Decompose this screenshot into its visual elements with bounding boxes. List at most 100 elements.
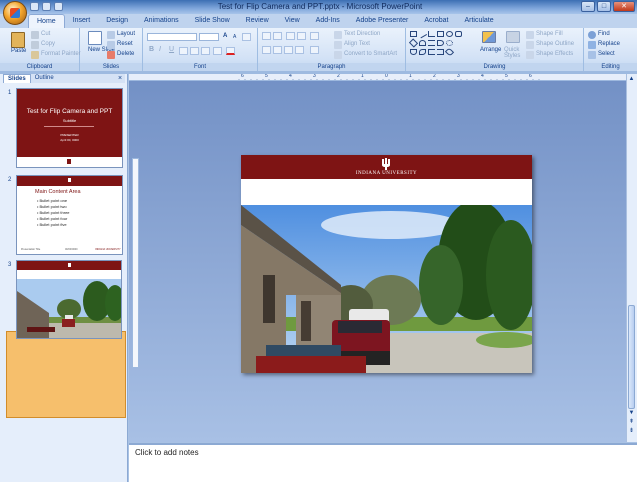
shape-oval-icon[interactable] bbox=[446, 31, 453, 37]
align-text-button[interactable]: Align Text bbox=[344, 41, 370, 47]
bold-button[interactable]: B bbox=[149, 46, 154, 53]
decrease-indent-button[interactable] bbox=[286, 32, 295, 40]
arrange-icon[interactable] bbox=[482, 31, 496, 43]
maximize-button[interactable]: □ bbox=[597, 1, 611, 12]
shape-leaf-icon[interactable] bbox=[419, 49, 426, 55]
grow-font-button[interactable]: A bbox=[223, 33, 227, 39]
reset-button[interactable]: Reset bbox=[117, 41, 133, 47]
shape-line-icon[interactable] bbox=[417, 29, 428, 39]
arrange-button[interactable]: Arrange bbox=[480, 47, 501, 53]
shape-arc-icon[interactable] bbox=[419, 40, 426, 46]
shape-effects-button[interactable]: Shape Effects bbox=[536, 51, 573, 57]
panel-close-icon[interactable]: × bbox=[118, 74, 122, 83]
columns-button[interactable] bbox=[310, 46, 319, 54]
shape-rectangle-icon[interactable] bbox=[437, 31, 444, 37]
slide-thumbnail-3[interactable] bbox=[16, 260, 122, 339]
shape-moon-icon[interactable] bbox=[437, 40, 444, 46]
shape-bracket-icon[interactable] bbox=[428, 49, 435, 55]
undo-icon[interactable] bbox=[42, 2, 51, 11]
paste-button[interactable]: Paste bbox=[11, 48, 26, 54]
align-right-button[interactable] bbox=[284, 46, 293, 54]
quick-styles-button[interactable]: Quick Styles bbox=[504, 47, 524, 59]
ruler-label: 6 bbox=[529, 74, 532, 79]
delete-button[interactable]: Delete bbox=[117, 51, 134, 57]
select-button[interactable]: Select bbox=[598, 51, 615, 57]
tab-view[interactable]: View bbox=[277, 14, 308, 28]
scrollbar-thumb[interactable] bbox=[628, 305, 635, 409]
window-title: Test for Flip Camera and PPT.pptx - Micr… bbox=[217, 2, 423, 11]
format-painter-button[interactable]: Format Painter bbox=[41, 51, 81, 57]
clear-formatting-button[interactable] bbox=[242, 33, 251, 41]
justify-button[interactable] bbox=[295, 46, 304, 54]
ruler-label: 4 bbox=[481, 74, 484, 79]
bullets-button[interactable] bbox=[262, 32, 271, 40]
text-direction-icon bbox=[334, 31, 342, 39]
align-center-button[interactable] bbox=[273, 46, 282, 54]
slide-thumbnail-2[interactable]: Main Content Area • Bullet point one • B… bbox=[16, 175, 123, 255]
save-icon[interactable] bbox=[30, 2, 39, 11]
numbering-button[interactable] bbox=[273, 32, 282, 40]
ribbon: Paste Cut Copy Format Painter Clipboard … bbox=[0, 28, 637, 71]
increase-indent-button[interactable] bbox=[297, 32, 306, 40]
shape-text-box-icon[interactable] bbox=[410, 31, 417, 37]
strikethrough-button[interactable] bbox=[190, 47, 199, 55]
tab-slide-show[interactable]: Slide Show bbox=[187, 14, 238, 28]
minimize-button[interactable]: – bbox=[581, 1, 595, 12]
shape-brace-icon[interactable] bbox=[428, 40, 435, 46]
underline-button[interactable]: U bbox=[169, 46, 174, 53]
tab-articulate[interactable]: Articulate bbox=[456, 14, 501, 28]
font-family-dropdown[interactable] bbox=[147, 33, 197, 41]
font-color-button[interactable] bbox=[226, 47, 235, 55]
cut-button[interactable]: Cut bbox=[41, 31, 50, 37]
new-slide-icon[interactable] bbox=[88, 31, 102, 45]
tab-adobe-presenter[interactable]: Adobe Presenter bbox=[348, 14, 417, 28]
tab-home[interactable]: Home bbox=[28, 14, 65, 28]
text-direction-button[interactable]: Text Direction bbox=[344, 31, 380, 37]
spacing-button[interactable] bbox=[201, 47, 210, 55]
tab-animations[interactable]: Animations bbox=[136, 14, 187, 28]
font-size-dropdown[interactable] bbox=[199, 33, 219, 41]
tab-acrobat[interactable]: Acrobat bbox=[416, 14, 456, 28]
replace-button[interactable]: Replace bbox=[598, 41, 620, 47]
shape-outline-button[interactable]: Shape Outline bbox=[536, 41, 574, 47]
quick-styles-icon[interactable] bbox=[506, 31, 520, 43]
shape-rounded-rect-icon[interactable] bbox=[455, 31, 462, 37]
tab-design[interactable]: Design bbox=[98, 14, 136, 28]
close-button[interactable]: ✕ bbox=[613, 1, 635, 12]
tab-outline[interactable]: Outline bbox=[31, 74, 58, 83]
copy-button[interactable]: Copy bbox=[41, 41, 55, 47]
scroll-up-icon[interactable]: ▲ bbox=[627, 76, 636, 82]
shape-elbow-icon[interactable] bbox=[428, 31, 435, 37]
layout-button[interactable]: Layout bbox=[117, 31, 135, 37]
shrink-font-button[interactable]: A bbox=[233, 34, 236, 40]
tab-review[interactable]: Review bbox=[238, 14, 277, 28]
shape-bracket-right-icon[interactable] bbox=[437, 49, 444, 55]
office-button[interactable] bbox=[3, 1, 27, 25]
paste-icon[interactable] bbox=[11, 32, 25, 48]
notes-pane[interactable] bbox=[129, 443, 637, 482]
align-left-button[interactable] bbox=[262, 46, 271, 54]
redo-icon[interactable] bbox=[54, 2, 63, 11]
convert-smartart-button[interactable]: Convert to SmartArt bbox=[344, 51, 397, 57]
italic-button[interactable]: I bbox=[159, 46, 161, 53]
shape-wave-icon[interactable] bbox=[410, 49, 417, 55]
scroll-down-icon[interactable]: ▼ bbox=[627, 410, 636, 416]
line-spacing-button[interactable] bbox=[310, 32, 319, 40]
tab-slides[interactable]: Slides bbox=[3, 74, 31, 83]
find-button[interactable]: Find bbox=[598, 31, 610, 37]
next-slide-icon[interactable]: ⇟ bbox=[627, 427, 636, 434]
change-case-button[interactable] bbox=[213, 47, 222, 55]
previous-slide-icon[interactable]: ⇞ bbox=[627, 418, 636, 425]
notes-placeholder[interactable]: Click to add notes bbox=[135, 448, 199, 457]
slide-photo[interactable] bbox=[241, 205, 532, 373]
tab-insert[interactable]: Insert bbox=[65, 14, 99, 28]
current-slide[interactable]: INDIANA UNIVERSITY bbox=[241, 155, 532, 373]
thumb-1-title: Test for Flip Camera and PPT bbox=[26, 108, 113, 115]
shadow-button[interactable] bbox=[179, 47, 188, 55]
slide-thumbnail-1[interactable]: Test for Flip Camera and PPT Subtitle PR… bbox=[16, 88, 123, 168]
shape-teardrop-icon[interactable] bbox=[444, 47, 455, 57]
tab-add-ins[interactable]: Add-Ins bbox=[308, 14, 348, 28]
shape-diamond-icon[interactable] bbox=[408, 38, 419, 48]
shape-star-icon[interactable] bbox=[446, 40, 453, 46]
shape-fill-button[interactable]: Shape Fill bbox=[536, 31, 563, 37]
